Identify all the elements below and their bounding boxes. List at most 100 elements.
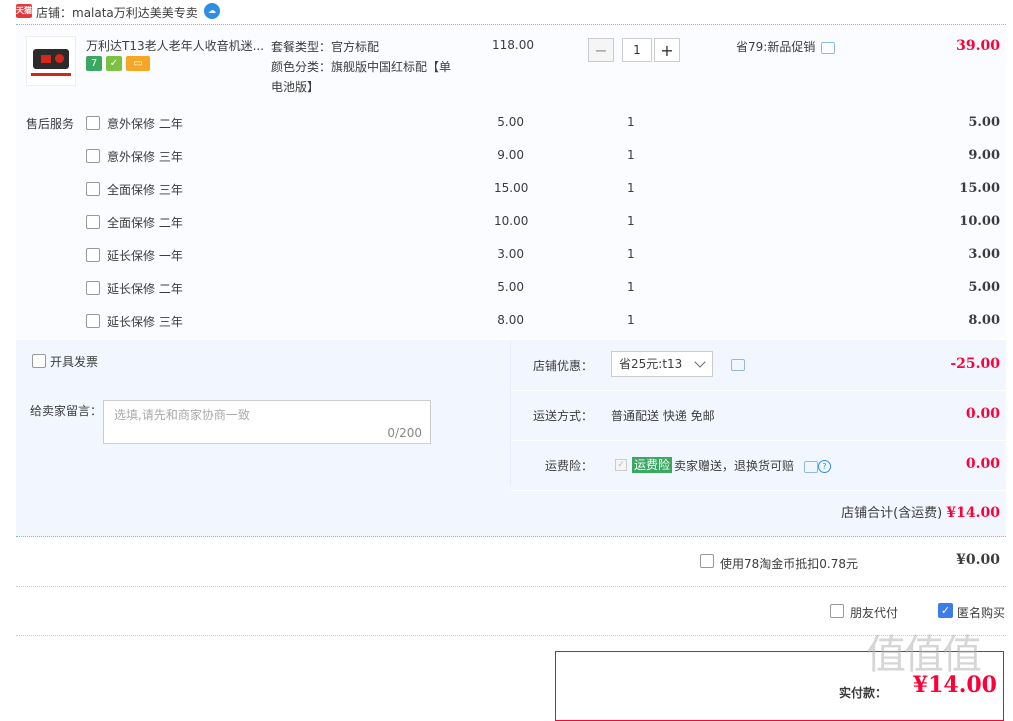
insurance-text: 卖家赠送，退换货可赔 [674, 459, 795, 473]
promo-info: 省79:新品促销 [736, 38, 836, 55]
service-name: 延长保修 一年 [107, 249, 183, 263]
comment-icon[interactable] [821, 41, 836, 54]
product-title-link[interactable]: 万利达T13老人老年人收音机迷... [86, 37, 266, 54]
shipping-row: 运送方式： 普通配送 快递 免邮 0.00 [511, 390, 1006, 441]
service-row: 全面保修 三年 15.00 1 15.00 [16, 177, 1006, 201]
service-checkbox[interactable] [86, 116, 100, 130]
insurance-info: 卖家赠送，退换货可赔 ? [674, 457, 831, 474]
service-total: 5.00 [968, 115, 1000, 130]
coins-value: ¥0.00 [956, 552, 1000, 568]
service-row: 延长保修 一年 3.00 1 3.00 [16, 243, 1006, 267]
service-qty: 1 [627, 115, 635, 129]
service-total: 10.00 [959, 214, 1000, 229]
shop-name-link[interactable]: 店铺：malata万利达美美专卖 [36, 4, 198, 21]
coupon-select[interactable]: 省25元:t13 [611, 351, 713, 377]
invoice-label: 开具发票 [50, 355, 99, 369]
service-total: 9.00 [968, 148, 1000, 163]
promo-text: 省79:新品促销 [736, 40, 816, 54]
friend-pay-checkbox[interactable] [830, 604, 844, 618]
insurance-value: 0.00 [965, 456, 1000, 472]
service-name: 延长保修 三年 [107, 315, 183, 329]
service-price: 3.00 [497, 247, 524, 261]
seller-message-input[interactable]: 选填,请先和商家协商一致 0/200 [103, 400, 431, 444]
service-price: 10.00 [494, 214, 529, 228]
qty-input[interactable]: 1 [622, 38, 652, 62]
shop-discount-row: 店铺优惠： 省25元:t13 -25.00 [511, 340, 1006, 391]
coins-row: 使用78淘金币抵扣0.78元 ¥0.00 [16, 540, 1006, 587]
shop-header: 天猫 店铺：malata万利达美美专卖 ☁ [16, 0, 1006, 25]
pay-label: 实付款： [838, 686, 887, 700]
coins-label: 使用78淘金币抵扣0.78元 [720, 557, 858, 571]
service-name: 意外保修 三年 [107, 150, 183, 164]
insurance-row: 运费险： ✓ 运费险 卖家赠送，退换货可赔 ? 0.00 [511, 440, 1006, 491]
service-name: 意外保修 二年 [107, 117, 183, 131]
order-extras-box: 开具发票 给卖家留言： 选填,请先和商家协商一致 0/200 店铺优惠： 省25… [16, 340, 1006, 537]
qty-increase-button[interactable]: + [654, 38, 680, 62]
service-checkbox[interactable] [86, 248, 100, 262]
service-qty: 1 [627, 247, 635, 261]
service-qty: 1 [627, 280, 635, 294]
coupon-selected: 省25元:t13 [619, 357, 683, 371]
coins-checkbox[interactable] [700, 554, 714, 568]
service-row: 延长保修 二年 5.00 1 5.00 [16, 276, 1006, 300]
service-name: 全面保修 三年 [107, 183, 183, 197]
message-placeholder: 选填,请先和商家协商一致 [114, 408, 250, 422]
guarantee-icon: ✓ [106, 56, 122, 71]
service-name: 全面保修 二年 [107, 216, 183, 230]
credit-card-icon: ▭ [126, 56, 150, 71]
service-price: 15.00 [494, 181, 529, 195]
insurance-badge: 运费险 [632, 457, 673, 473]
friend-pay-label: 朋友代付 [850, 606, 899, 620]
chevron-down-icon [694, 356, 706, 368]
discount-value: -25.00 [950, 356, 1000, 372]
qty-decrease-button[interactable]: − [588, 38, 614, 62]
shipping-label: 运送方式： [532, 409, 593, 423]
shop-total-label: 店铺合计(含运费) [841, 506, 943, 521]
service-name: 延长保修 二年 [107, 282, 183, 296]
service-checkbox[interactable] [86, 149, 100, 163]
insurance-checkbox: ✓ [615, 459, 627, 471]
comment-icon[interactable] [731, 359, 745, 371]
message-char-count: 0/200 [387, 426, 422, 440]
service-total: 15.00 [959, 181, 1000, 196]
service-row: 意外保修 二年 5.00 1 5.00 [16, 111, 1006, 135]
package-type: 套餐类型：官方标配 [271, 40, 380, 54]
shop-total-value: ¥14.00 [946, 505, 1000, 521]
service-qty: 1 [627, 181, 635, 195]
shop-total: 店铺合计(含运费) ¥14.00 [841, 502, 1000, 521]
discount-label: 店铺优惠： [532, 359, 593, 373]
service-qty: 1 [627, 313, 635, 327]
service-row: 全面保修 二年 10.00 1 10.00 [16, 210, 1006, 234]
comment-icon[interactable] [803, 460, 818, 473]
service-checkbox[interactable] [86, 182, 100, 196]
service-price: 5.00 [497, 115, 524, 129]
site-watermark: 值值值 [866, 632, 982, 678]
tmall-icon: 天猫 [16, 4, 32, 18]
item-subtotal: 39.00 [956, 38, 1000, 54]
unit-price: 118.00 [492, 38, 534, 52]
wangwang-chat-icon[interactable]: ☁ [204, 3, 220, 19]
service-checkbox[interactable] [86, 215, 100, 229]
service-total: 8.00 [968, 313, 1000, 328]
service-qty: 1 [627, 214, 635, 228]
product-thumbnail[interactable] [26, 36, 76, 86]
service-price: 5.00 [497, 280, 524, 294]
color-category-cont: 电池版】 [271, 80, 320, 94]
invoice-checkbox[interactable] [32, 354, 46, 368]
seven-day-return-icon: 7 [86, 56, 102, 71]
service-qty: 1 [627, 148, 635, 162]
shipping-value: 0.00 [965, 406, 1000, 422]
service-price: 9.00 [497, 148, 524, 162]
service-total: 5.00 [968, 280, 1000, 295]
anonymous-checkbox[interactable]: ✓ [938, 603, 953, 618]
service-checkbox[interactable] [86, 314, 100, 328]
shipping-method: 普通配送 快递 免邮 [611, 409, 715, 423]
insurance-label: 运费险： [544, 459, 593, 473]
help-icon[interactable]: ? [817, 460, 831, 473]
color-category: 颜色分类：旗舰版中国红标配【单 [271, 60, 452, 74]
service-checkbox[interactable] [86, 281, 100, 295]
left-extras-panel: 开具发票 给卖家留言： 选填,请先和商家协商一致 0/200 [16, 340, 511, 486]
message-label: 给卖家留言： [30, 404, 103, 418]
service-price: 8.00 [497, 313, 524, 327]
anonymous-label: 匿名购买 [957, 606, 1006, 620]
